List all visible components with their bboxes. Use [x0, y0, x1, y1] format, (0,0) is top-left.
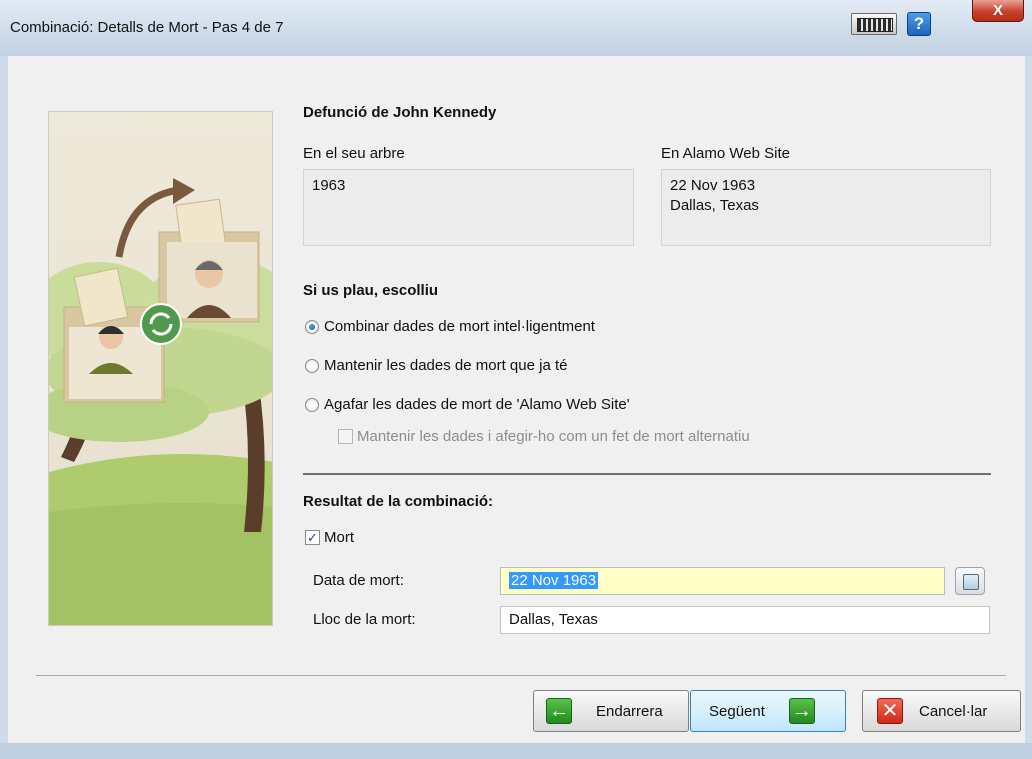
window-title: Combinació: Detalls de Mort - Pas 4 de 7: [10, 19, 284, 36]
back-button[interactable]: ← Endarrera: [533, 690, 689, 732]
keyboard-icon[interactable]: [851, 13, 897, 35]
arrow-right-icon: →: [788, 698, 815, 724]
mort-checkbox[interactable]: ✓: [305, 530, 320, 545]
close-button[interactable]: X: [972, 0, 1024, 22]
option-merge-smart-label: Combinar dades de mort intel·ligentment: [324, 318, 595, 335]
alternative-fact-label: Mantenir les dades i afegir-ho com un fe…: [357, 428, 750, 445]
mort-label: Mort: [324, 529, 354, 546]
result-heading: Resultat de la combinació:: [303, 493, 494, 510]
death-date-value: 22 Nov 1963: [509, 572, 599, 589]
option-merge-smart[interactable]: Combinar dades de mort intel·ligentment: [305, 318, 595, 335]
option-keep-existing[interactable]: Mantenir les dades de mort que ja té: [305, 357, 567, 374]
footer-divider: [36, 675, 1006, 676]
radio-merge-smart[interactable]: [305, 319, 319, 334]
window-bottom-frame: [0, 743, 1032, 759]
tree-value-line1: 1963: [312, 177, 346, 194]
back-button-label: Endarrera: [596, 702, 663, 720]
option-take-web-label: Agafar les dades de mort de 'Alamo Web S…: [324, 396, 630, 413]
calendar-icon[interactable]: [955, 567, 985, 595]
date-label: Data de mort:: [313, 572, 404, 589]
death-date-input[interactable]: 22 Nov 1963: [500, 567, 945, 595]
web-value-box: 22 Nov 1963 Dallas, Texas: [661, 169, 991, 246]
merge-illustration-art: [49, 112, 272, 625]
dialog-content: Defunció de John Kennedy En el seu arbre…: [8, 56, 1025, 743]
alternative-fact-option: Mantenir les dades i afegir-ho com un fe…: [338, 428, 750, 445]
choose-heading: Si us plau, escolliu: [303, 282, 439, 299]
next-button[interactable]: Següent →: [690, 690, 846, 732]
tree-value-box: 1963: [303, 169, 634, 246]
merge-dialog-window: Combinació: Detalls de Mort - Pas 4 de 7…: [0, 0, 1032, 759]
radio-take-web[interactable]: [305, 397, 319, 412]
tree-label: En el seu arbre: [303, 145, 405, 162]
option-take-web[interactable]: Agafar les dades de mort de 'Alamo Web S…: [305, 396, 630, 413]
web-value-line2: Dallas, Texas: [670, 197, 759, 214]
arrow-left-icon: ←: [546, 698, 572, 724]
cancel-button-label: Cancel·lar: [919, 702, 988, 720]
next-button-label: Següent: [709, 702, 765, 720]
title-bar[interactable]: Combinació: Detalls de Mort - Pas 4 de 7…: [0, 0, 1032, 56]
cancel-button[interactable]: ✕ Cancel·lar: [862, 690, 1021, 732]
alternative-fact-checkbox: [338, 429, 353, 444]
cancel-x-icon: ✕: [877, 698, 903, 724]
section-divider: [303, 473, 991, 475]
web-value-line1: 22 Nov 1963: [670, 177, 756, 194]
option-keep-existing-label: Mantenir les dades de mort que ja té: [324, 357, 568, 374]
web-label: En Alamo Web Site: [661, 145, 790, 162]
death-heading: Defunció de John Kennedy: [303, 104, 497, 121]
help-button[interactable]: ?: [907, 12, 931, 36]
radio-keep-existing[interactable]: [305, 358, 319, 373]
merge-illustration: [48, 111, 273, 626]
mort-toggle[interactable]: ✓ Mort: [305, 529, 354, 546]
place-label: Lloc de la mort:: [313, 611, 416, 628]
death-place-input[interactable]: Dallas, Texas: [500, 606, 990, 634]
